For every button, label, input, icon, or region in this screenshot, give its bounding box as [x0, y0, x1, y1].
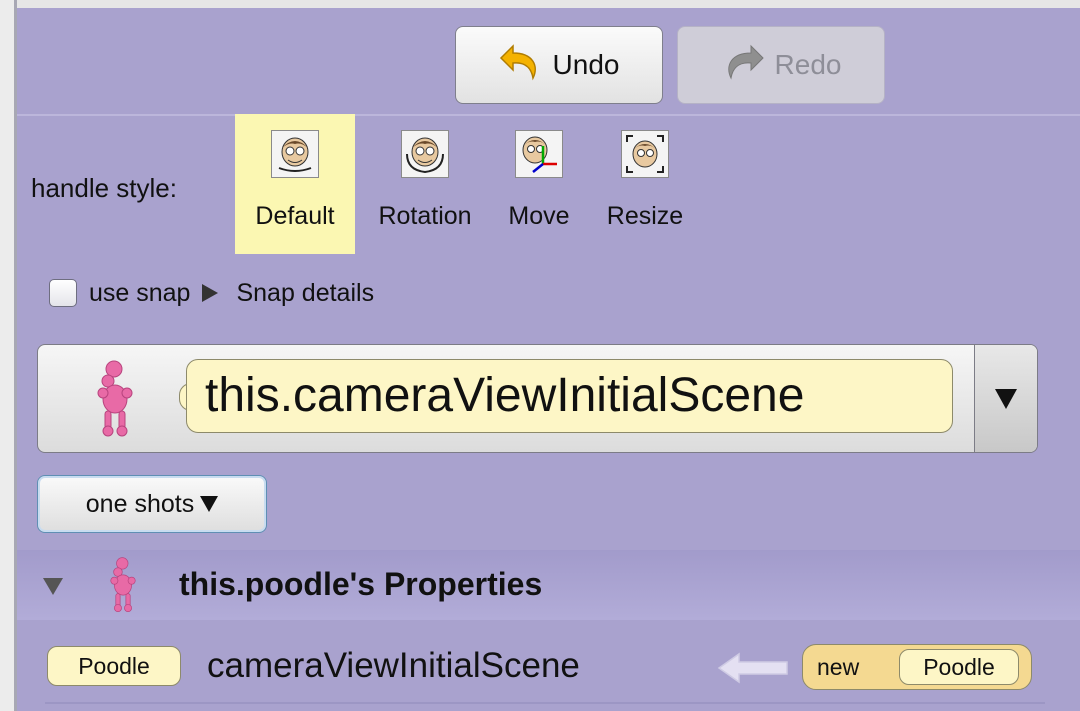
handle-style-move-option[interactable]: Move	[501, 114, 577, 254]
snap-details-toggle[interactable]: Snap details	[236, 279, 374, 308]
undo-label: Undo	[552, 49, 620, 80]
new-type-tile: Poodle	[899, 649, 1019, 685]
handle-style-resize-option[interactable]: Resize	[595, 114, 695, 254]
move-handle-icon	[515, 130, 563, 178]
poodle-icon	[105, 554, 141, 621]
handle-style-rotation-label: Rotation	[378, 202, 472, 230]
handle-style-move-label: Move	[508, 202, 570, 230]
undo-button[interactable]: Undo	[455, 26, 663, 104]
new-keyword: new	[817, 654, 860, 680]
use-snap-label: use snap	[89, 278, 191, 307]
chevron-down-icon	[200, 496, 219, 512]
handle-style-default-label: Default	[255, 202, 335, 230]
one-shots-button[interactable]: one shots	[37, 475, 267, 533]
redo-label: Redo	[774, 49, 842, 80]
use-snap-checkbox[interactable]	[49, 279, 77, 307]
scene-editor-panel: Undo Redo handle style: Default Rotation…	[17, 8, 1080, 711]
property-name[interactable]: cameraViewInitialScene	[207, 646, 580, 686]
default-handle-icon	[271, 130, 319, 178]
row-divider	[45, 702, 1045, 704]
redo-button[interactable]: Redo	[677, 26, 885, 104]
handle-style-label: handle style:	[31, 173, 177, 203]
one-shots-label: one shots	[85, 489, 195, 518]
property-row: Poodle cameraViewInitialScene new Poodle	[17, 638, 1080, 698]
handle-style-resize-label: Resize	[606, 202, 684, 230]
object-selector-dropdown[interactable]: this.cameraViewInitialScene	[37, 344, 1038, 453]
new-instance-tile[interactable]: new Poodle	[802, 644, 1032, 690]
type-tile[interactable]: Poodle	[47, 646, 181, 686]
left-strip	[0, 0, 14, 711]
selector-arrow-button[interactable]	[974, 345, 1037, 452]
properties-header[interactable]: this.poodle's Properties	[17, 550, 1080, 620]
top-strip	[17, 0, 1080, 8]
snap-row: use snap Snap details	[49, 276, 374, 310]
undo-arrow-icon	[499, 42, 543, 89]
redo-arrow-icon	[721, 42, 765, 89]
assign-arrow-icon	[717, 652, 789, 689]
properties-title: this.poodle's Properties	[179, 566, 543, 602]
selected-object-field: this.cameraViewInitialScene	[186, 359, 953, 433]
expand-triangle-icon[interactable]	[202, 284, 219, 302]
handle-style-default-option[interactable]: Default	[235, 114, 355, 254]
resize-handle-icon	[621, 130, 669, 178]
rotation-handle-icon	[401, 130, 449, 178]
collapse-triangle-icon[interactable]	[43, 578, 63, 595]
poodle-icon	[90, 359, 140, 444]
handle-style-rotation-option[interactable]: Rotation	[365, 114, 485, 254]
chevron-down-icon	[995, 388, 1017, 409]
